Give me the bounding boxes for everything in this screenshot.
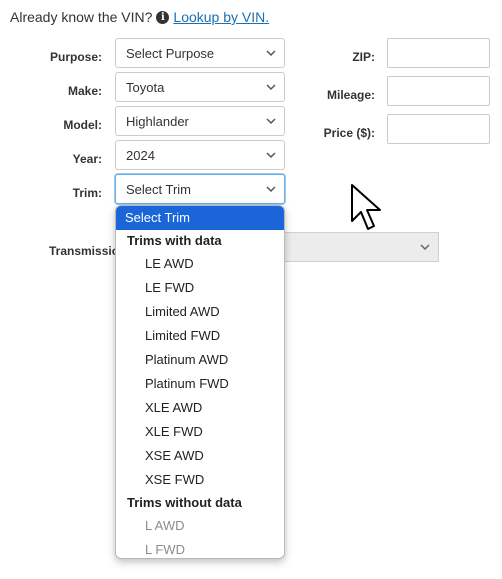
trim-option[interactable]: XSE AWD	[116, 444, 284, 468]
make-label: Make:	[67, 84, 102, 98]
trim-group-without-data: Trims without data	[127, 495, 242, 510]
price-input[interactable]	[387, 114, 490, 144]
mileage-label: Mileage:	[326, 88, 375, 102]
model-select-value: Highlander	[126, 113, 189, 129]
trim-option-disabled: L AWD	[145, 518, 185, 533]
purpose-label: Purpose:	[49, 50, 102, 64]
purpose-select[interactable]: Select Purpose	[115, 38, 285, 68]
trim-option[interactable]: Platinum AWD	[116, 348, 284, 372]
trim-option-select-trim[interactable]: Select Trim	[116, 206, 284, 230]
transmission-label: Transmissio	[49, 244, 120, 258]
chevron-down-icon	[420, 244, 430, 251]
make-select-value: Toyota	[126, 79, 165, 95]
trim-option[interactable]: XSE FWD	[116, 468, 284, 492]
trim-option[interactable]: Limited AWD	[116, 300, 284, 324]
year-select-value: 2024	[126, 147, 155, 163]
year-select[interactable]: 2024	[115, 140, 285, 170]
chevron-down-icon	[266, 50, 276, 57]
price-label: Price ($):	[323, 126, 375, 140]
chevron-down-icon	[266, 118, 276, 125]
trim-option[interactable]: LE FWD	[116, 276, 284, 300]
mouse-pointer-icon	[351, 184, 381, 230]
vin-prompt-text: Already know the VIN?	[10, 9, 153, 25]
trim-option[interactable]: Platinum FWD	[116, 372, 284, 396]
trim-group-with-data: Trims with data	[127, 233, 222, 248]
trim-option-disabled: L FWD	[145, 542, 185, 557]
trim-dropdown-list: Select Trim Trims with data LE AWD LE FW…	[115, 205, 285, 559]
model-select[interactable]: Highlander	[115, 106, 285, 136]
model-label: Model:	[63, 118, 102, 132]
chevron-down-icon	[266, 186, 276, 193]
chevron-down-icon	[266, 152, 276, 159]
trim-option[interactable]: Limited FWD	[116, 324, 284, 348]
vin-prompt-line: Already know the VIN? i Lookup by VIN.	[10, 9, 269, 25]
trim-option[interactable]: XLE FWD	[116, 420, 284, 444]
trim-label: Trim:	[72, 186, 102, 200]
zip-label: ZIP:	[352, 50, 375, 64]
trim-select[interactable]: Select Trim	[115, 174, 285, 204]
purpose-select-value: Select Purpose	[126, 45, 215, 61]
trim-select-value: Select Trim	[126, 181, 192, 197]
mileage-input[interactable]	[387, 76, 490, 106]
make-select[interactable]: Toyota	[115, 72, 285, 102]
trim-option[interactable]: XLE AWD	[116, 396, 284, 420]
info-circle-icon[interactable]: i	[156, 10, 170, 24]
trim-option[interactable]: LE AWD	[116, 252, 284, 276]
lookup-by-vin-link[interactable]: Lookup by VIN.	[173, 9, 269, 25]
zip-input[interactable]	[387, 38, 490, 68]
chevron-down-icon	[266, 84, 276, 91]
year-label: Year:	[72, 152, 102, 166]
transmission-select[interactable]	[283, 232, 439, 262]
